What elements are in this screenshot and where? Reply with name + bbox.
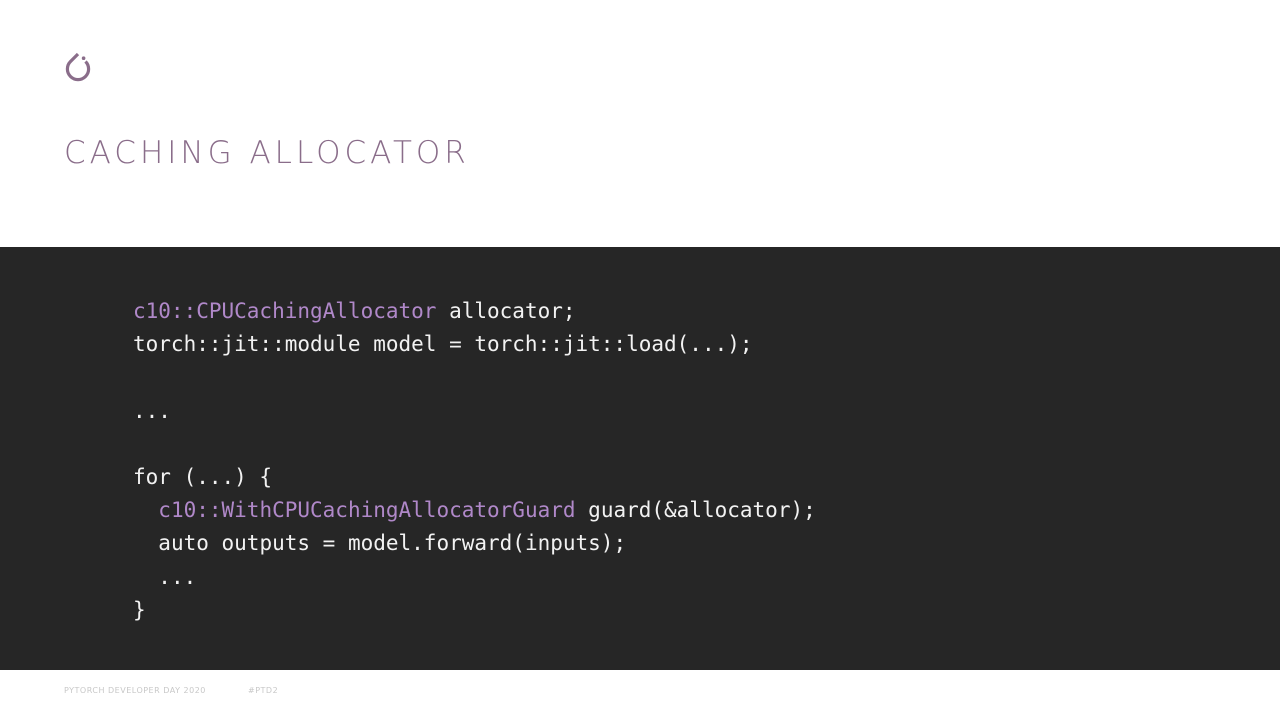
code-type-name: c10::WithCPUCachingAllocatorGuard [158, 498, 576, 523]
pytorch-logo-icon [65, 52, 91, 82]
slide: CACHING ALLOCATOR c10::CPUCachingAllocat… [0, 0, 1280, 720]
code-line: c10::WithCPUCachingAllocatorGuard guard(… [158, 498, 816, 523]
footer-hashtag: #PTD2 [248, 686, 279, 695]
footer-event-label: PYTORCH DEVELOPER DAY 2020 [64, 686, 206, 695]
code-line: for (...) { [133, 464, 273, 489]
code-block: c10::CPUCachingAllocator allocator;torch… [133, 295, 816, 627]
slide-title: CACHING ALLOCATOR [64, 135, 470, 171]
code-line: auto outputs = model.forward(inputs); [158, 531, 627, 556]
code-line: c10::CPUCachingAllocator allocator; [133, 299, 576, 323]
code-line: torch::jit::module model = torch::jit::l… [133, 332, 753, 357]
code-line: } [133, 597, 146, 622]
code-line: ... [158, 564, 197, 589]
code-line: ... [133, 398, 171, 423]
code-type-name: c10::CPUCachingAllocator [133, 299, 437, 323]
code-panel: c10::CPUCachingAllocator allocator;torch… [0, 247, 1280, 670]
